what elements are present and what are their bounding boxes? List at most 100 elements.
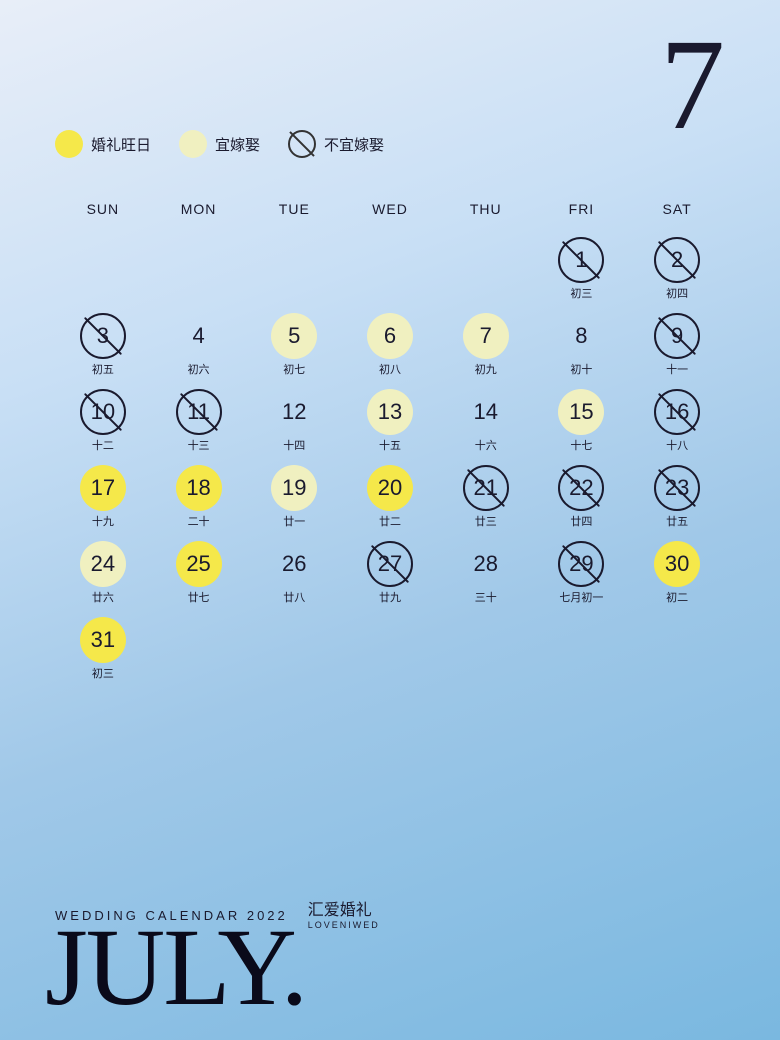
lunar-text: 十二 [92,437,114,453]
day-header-sun: SUN [55,193,151,225]
calendar-cell: 6 初八 [342,309,438,381]
calendar-cell: 12十四 [246,385,342,457]
legend-pale-label: 宜嫁娶 [215,134,260,155]
calendar-cell: 20廿二 [342,461,438,533]
calendar-cell: 1 初三 [534,233,630,305]
day-circle: 1 [558,237,604,283]
calendar-cell [342,233,438,305]
lunar-text: 十八 [666,437,688,453]
lunar-text: 七月初一 [559,589,603,605]
calendar-cell: 22廿四 [534,461,630,533]
calendar-cell [342,613,438,685]
calendar-cell: 8初十 [534,309,630,381]
day-header-tue: TUE [246,193,342,225]
lunar-text: 十一 [666,361,688,377]
day-circle: 22 [558,465,604,511]
legend-bright: 婚礼旺日 [55,130,151,158]
day-circle: 26 [271,541,317,587]
lunar-text: 十四 [283,437,305,453]
lunar-text: 十七 [570,437,592,453]
lunar-text: 廿一 [283,513,305,529]
calendar-cell: 21 廿三 [438,461,534,533]
lunar-text: 初五 [92,361,114,377]
legend-pale: 宜嫁娶 [179,130,260,158]
lunar-text: 初二 [666,589,688,605]
calendar-cell: 16 十八 [629,385,725,457]
lunar-text: 廿六 [92,589,114,605]
calendar-cell [438,613,534,685]
legend-crossed-icon [288,130,316,158]
day-circle: 13 [367,389,413,435]
day-circle: 10 [80,389,126,435]
day-circle: 15 [558,389,604,435]
calendar-cell: 18二十 [151,461,247,533]
day-circle: 4 [176,313,222,359]
legend-bright-icon [55,130,83,158]
calendar-cell [629,613,725,685]
lunar-text: 廿五 [666,513,688,529]
calendar-cell: 4 初六 [151,309,247,381]
day-circle: 20 [367,465,413,511]
calendar-cell [534,613,630,685]
day-header-sat: SAT [629,193,725,225]
day-circle: 16 [654,389,700,435]
lunar-text: 十三 [188,437,210,453]
lunar-text: 廿三 [475,513,497,529]
calendar-cell: 9 十一 [629,309,725,381]
calendar-cell: 23廿五 [629,461,725,533]
day-circle: 21 [463,465,509,511]
day-circle: 11 [176,389,222,435]
day-circle: 27 [367,541,413,587]
day-header-mon: MON [151,193,247,225]
day-header-thu: THU [438,193,534,225]
legend: 婚礼旺日 宜嫁娶 不宜嫁娶 [55,130,725,158]
month-number: 7 [660,20,725,150]
day-circle: 17 [80,465,126,511]
day-circle: 5 [271,313,317,359]
lunar-text: 初六 [188,361,210,377]
calendar-cell: 3初五 [55,309,151,381]
lunar-text: 廿九 [379,589,401,605]
calendar-cell: 26廿八 [246,537,342,609]
calendar-cell: 13 十五 [342,385,438,457]
legend-bright-label: 婚礼旺日 [91,134,151,155]
calendar-cell: 10 十二 [55,385,151,457]
page: 7 婚礼旺日 宜嫁娶 不宜嫁娶 SUNMONTUEWEDTHUFRISAT 1 初… [0,0,780,1040]
lunar-text: 初三 [92,665,114,681]
day-header-fri: FRI [534,193,630,225]
calendar-cell: 7初九 [438,309,534,381]
legend-crossed: 不宜嫁娶 [288,130,384,158]
calendar-cell: 30 初二 [629,537,725,609]
day-header-wed: WED [342,193,438,225]
calendar-cell: 27 廿九 [342,537,438,609]
calendar-header: SUNMONTUEWEDTHUFRISAT [55,193,725,225]
day-circle: 29 [558,541,604,587]
lunar-text: 三十 [475,589,497,605]
lunar-text: 十六 [475,437,497,453]
calendar-cell: 5 初七 [246,309,342,381]
calendar-cell [151,233,247,305]
lunar-text: 十五 [379,437,401,453]
calendar-cell [246,233,342,305]
brand-chinese: 汇爱婚礼 [308,901,380,920]
day-circle: 6 [367,313,413,359]
day-circle: 9 [654,313,700,359]
calendar-cell: 17十九 [55,461,151,533]
day-circle: 31 [80,617,126,663]
calendar-cell [55,233,151,305]
calendar-cell: 19廿一 [246,461,342,533]
day-circle: 30 [654,541,700,587]
lunar-text: 初七 [283,361,305,377]
calendar-cell: 11 十三 [151,385,247,457]
day-circle: 14 [463,389,509,435]
calendar-cell: 14 十六 [438,385,534,457]
legend-pale-icon [179,130,207,158]
lunar-text: 初三 [570,285,592,301]
calendar-cell [246,613,342,685]
day-circle: 18 [176,465,222,511]
calendar-cell: 29 七月初一 [534,537,630,609]
lunar-text: 初八 [379,361,401,377]
brand-block: 汇爱婚礼 LOVENIWED [308,901,380,930]
calendar-cell: 2初四 [629,233,725,305]
day-circle: 28 [463,541,509,587]
